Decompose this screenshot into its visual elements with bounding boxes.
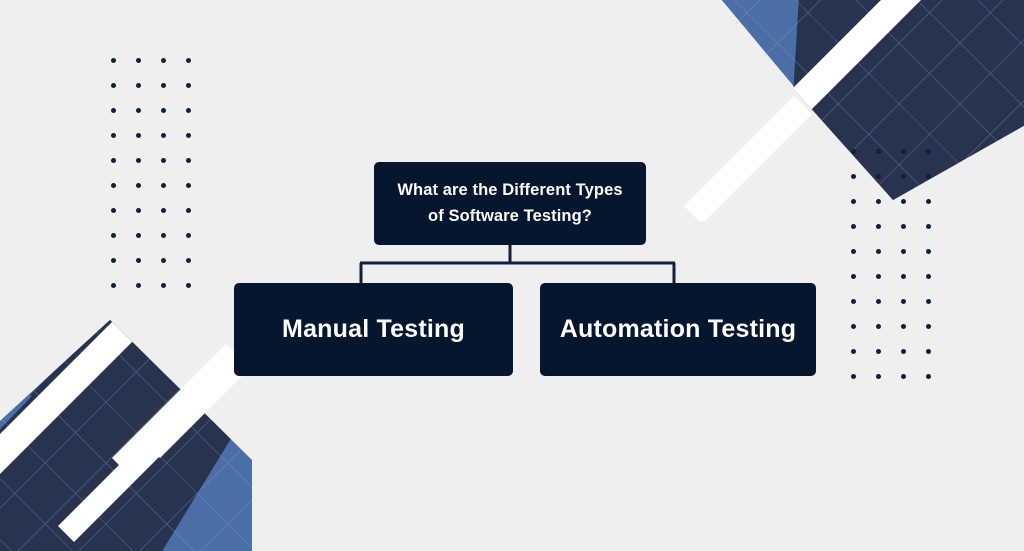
node-automation-testing[interactable]: Automation Testing (540, 283, 816, 376)
node-root-question[interactable]: What are the Different Types of Software… (374, 162, 646, 245)
diagram-canvas: What are the Different Types of Software… (0, 0, 1024, 551)
tree-connectors (359, 245, 676, 284)
node-manual-testing[interactable]: Manual Testing (234, 283, 513, 376)
